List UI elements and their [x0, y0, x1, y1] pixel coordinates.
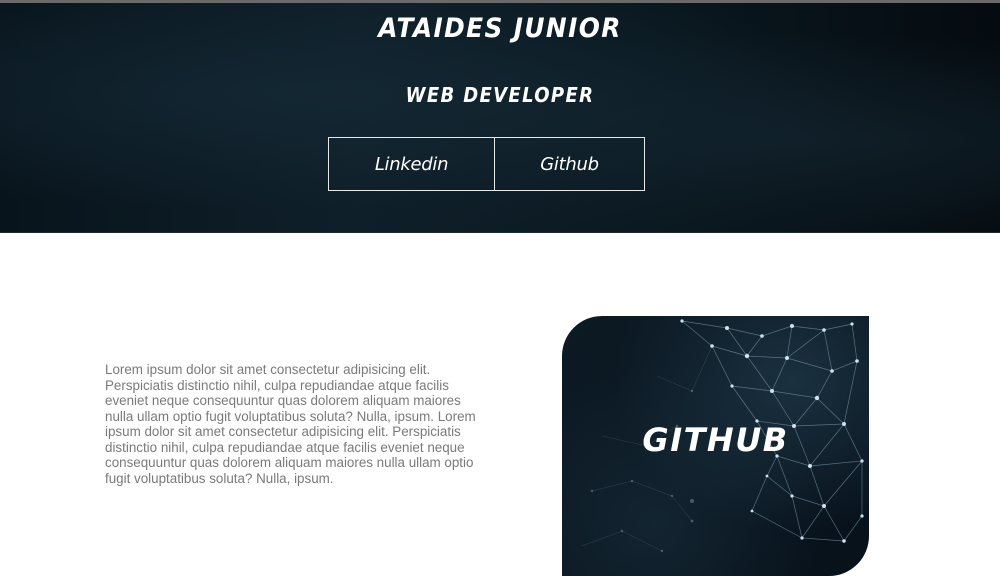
- site-subtitle: WEB DEVELOPER: [405, 83, 595, 107]
- github-card-label: GITHUB: [642, 421, 789, 459]
- hero-header: ATAIDES JUNIOR WEB DEVELOPER Linkedin Gi…: [0, 3, 1000, 233]
- github-card[interactable]: GITHUB: [562, 316, 869, 576]
- linkedin-button[interactable]: Linkedin: [328, 137, 495, 191]
- about-paragraph: Lorem ipsum dolor sit amet consectetur a…: [105, 362, 476, 486]
- github-button[interactable]: Github: [494, 137, 645, 191]
- site-title: ATAIDES JUNIOR: [378, 13, 622, 44]
